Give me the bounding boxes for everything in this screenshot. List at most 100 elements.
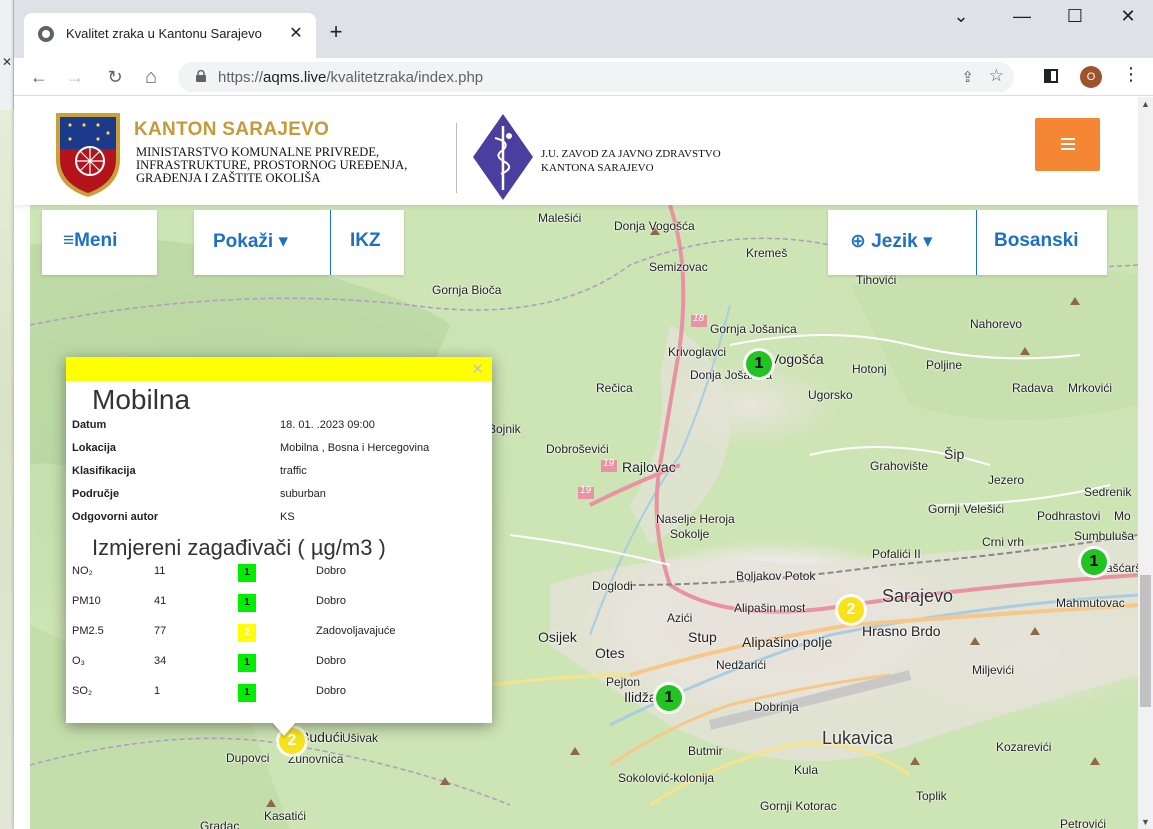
place-label: Kremeš <box>746 246 788 260</box>
pollutant-value: 77 <box>154 625 167 637</box>
place-label: Mo <box>1114 509 1131 523</box>
place-label: Gornja Bioča <box>432 283 502 297</box>
pollutant-value: 11 <box>154 565 166 577</box>
maximize-button[interactable]: ☐ <box>1055 6 1095 27</box>
address-toolbar: ← → ↻ ⌂ https://aqms.live/kvalitetzraka/… <box>14 58 1153 96</box>
header-divider <box>456 123 457 193</box>
place-label: Mahmutovac <box>1056 596 1125 610</box>
tab-close-icon[interactable]: ✕ <box>286 23 306 43</box>
show-dropdown-button[interactable]: Pokaži ▾ <box>213 230 288 253</box>
pollutant-name: O₃ <box>72 655 86 667</box>
place-label: Šip <box>944 446 965 462</box>
place-label: Gornji Kotorac <box>760 799 837 813</box>
pollutant-row: PM10 41 1 Dobro <box>72 592 486 612</box>
place-label: Poljine <box>926 358 963 372</box>
language-dropdown-button[interactable]: ⊕ Jezik ▾ <box>850 230 933 253</box>
browser-tab[interactable]: Kvalitet zraka u Kantonu Sarajevo ✕ <box>24 13 316 58</box>
pollutant-name: PM10 <box>72 595 101 607</box>
info-value: KS <box>280 511 295 523</box>
place-label: Pejton <box>606 675 641 689</box>
pollutant-class: Dobro <box>316 685 346 697</box>
reload-button[interactable]: ↻ <box>102 64 128 90</box>
tab-title: Kvalitet zraka u Kantonu Sarajevo <box>66 26 262 41</box>
place-label: Grahovište <box>870 459 929 473</box>
browser-menu-icon[interactable]: ⋮ <box>1122 64 1140 85</box>
pollutant-index-badge: 2 <box>238 624 256 642</box>
station-marker[interactable]: 1 <box>1081 549 1107 575</box>
place-label: Dobrinja <box>754 700 799 714</box>
pollutant-class: Dobro <box>316 655 346 667</box>
scroll-up-icon[interactable]: ▲ <box>1141 99 1150 109</box>
station-name: Mobilna <box>92 384 191 415</box>
place-label: Naselje Heroja <box>656 512 735 526</box>
lock-icon[interactable] <box>196 70 206 82</box>
pollutant-row: PM2.5 77 2 Zadovoljavajuće <box>72 622 486 642</box>
popup-pointer <box>272 722 296 736</box>
scrollbar-thumb[interactable] <box>1140 575 1151 707</box>
info-key: Odgovorni autor <box>72 511 159 523</box>
popup-close-icon[interactable]: ✕ <box>471 360 484 378</box>
place-label: Krivoglavci <box>668 345 727 359</box>
minimize-button[interactable]: — <box>1002 6 1042 27</box>
zavod-logo[interactable] <box>471 112 535 202</box>
background-close-icon[interactable]: ✕ <box>2 55 12 69</box>
pollutant-row: SO₂ 1 1 Dobro <box>72 682 486 702</box>
screen: ✕ Kvalitet zraka u Kantonu Sarajevo ✕ + … <box>0 0 1153 829</box>
hamburger-line <box>1061 148 1075 150</box>
pollutant-row: O₃ 34 1 Dobro <box>72 652 486 672</box>
tab-search-dropdown-icon[interactable]: ⌄ <box>941 6 981 27</box>
station-marker[interactable]: 1 <box>746 351 772 377</box>
kanton-crest-logo[interactable] <box>54 109 122 199</box>
url-bar[interactable]: https://aqms.live/kvalitetzraka/index.ph… <box>178 62 1014 92</box>
place-label: Nahorevo <box>970 317 1023 331</box>
home-button[interactable]: ⌂ <box>138 64 164 90</box>
place-label: Tihovići <box>856 273 897 287</box>
place-label: Semizovac <box>649 260 708 274</box>
info-key: Datum <box>72 419 107 431</box>
page-scrollbar[interactable]: ▲ ▼ <box>1138 97 1153 829</box>
close-window-button[interactable]: ✕ <box>1108 6 1148 27</box>
pollutant-index-badge: 1 <box>238 684 256 702</box>
place-label: Kozarevići <box>996 740 1052 754</box>
hamburger-line <box>1061 143 1075 145</box>
url-text[interactable]: https://aqms.live/kvalitetzraka/index.ph… <box>218 69 483 86</box>
forward-button[interactable]: → <box>62 64 88 90</box>
share-icon[interactable]: ⇪ <box>961 68 974 86</box>
scroll-down-icon[interactable]: ▼ <box>1141 817 1150 827</box>
place-label: Gornji Velešići <box>928 502 1005 516</box>
pollutant-class: Zadovoljavajuće <box>316 625 396 637</box>
info-key: Područje <box>72 488 120 500</box>
place-label: Alipašino polje <box>742 634 833 650</box>
new-tab-button[interactable]: + <box>322 20 350 44</box>
pollutant-row: NO₂ 11 1 Dobro <box>72 562 486 582</box>
ikz-button[interactable]: IKZ <box>350 230 381 252</box>
pollutant-index-badge: 1 <box>238 654 256 672</box>
place-label: Ilidža <box>624 689 657 705</box>
station-marker[interactable]: 1 <box>656 685 682 711</box>
info-key: Klasifikacija <box>72 465 136 477</box>
place-label: Radava <box>1012 381 1054 395</box>
bookmark-star-icon[interactable]: ☆ <box>989 66 1004 86</box>
nav-separator <box>330 210 331 275</box>
language-value-button[interactable]: Bosanski <box>994 230 1078 252</box>
place-label: Rajlovac <box>622 459 676 475</box>
pollutant-index-badge: 1 <box>238 594 256 612</box>
hamburger-menu-button[interactable] <box>1035 118 1100 171</box>
place-label: Bojnik <box>488 422 521 436</box>
menu-button[interactable]: ≡Meni <box>42 210 157 275</box>
info-row: Odgovorni autor KS <box>72 511 486 527</box>
pollutant-value: 1 <box>154 685 161 697</box>
place-label: Hrasno Brdo <box>862 623 941 639</box>
profile-avatar[interactable]: O <box>1080 66 1102 88</box>
station-marker[interactable]: 2 <box>838 597 864 623</box>
place-label: Miljevići <box>972 663 1014 677</box>
place-label: Kula <box>794 763 819 777</box>
place-label: Dupovci <box>226 751 270 765</box>
background-map-strip <box>0 110 14 829</box>
place-label: Nedžarići <box>716 658 767 672</box>
background-window: ✕ <box>0 0 14 829</box>
place-label: Sarajevo <box>882 586 954 606</box>
side-panel-icon[interactable] <box>1044 69 1058 83</box>
back-button[interactable]: ← <box>26 64 52 90</box>
language-group: ⊕ Jezik ▾ Bosanski <box>828 210 1107 275</box>
